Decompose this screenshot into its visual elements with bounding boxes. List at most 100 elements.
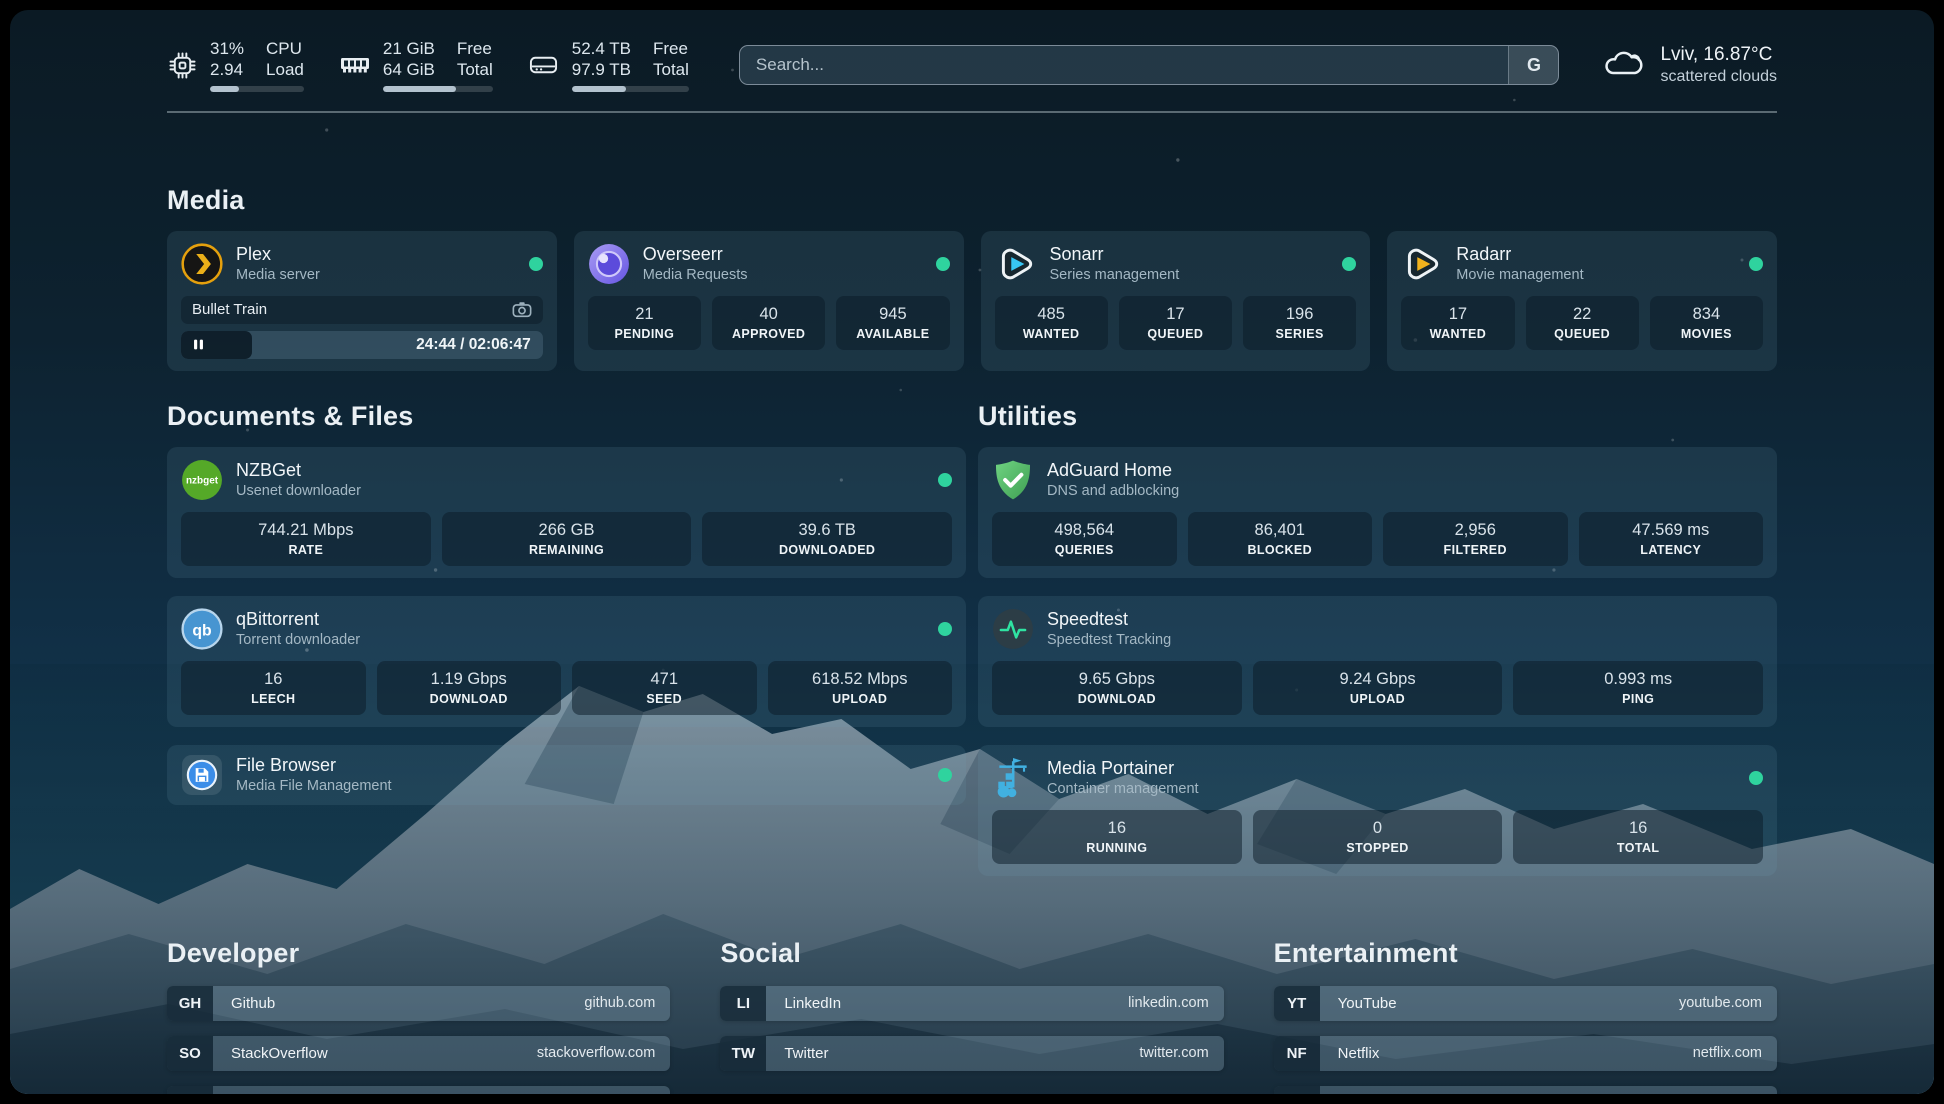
service-card-sonarr[interactable]: Sonarr Series management 485 WANTED 17 Q… bbox=[981, 231, 1371, 371]
stat-queued: 17 QUEUED bbox=[1119, 296, 1232, 350]
bookmark-stackoverflow[interactable]: SO StackOverflow stackoverflow.com bbox=[167, 1036, 670, 1071]
service-description: Speedtest Tracking bbox=[1047, 631, 1171, 649]
bookmark-abbr: SO bbox=[167, 1036, 213, 1071]
stat-seed: 471 SEED bbox=[572, 661, 757, 715]
bookmark-abbr: GH bbox=[167, 986, 213, 1021]
service-card-overseerr[interactable]: Overseerr Media Requests 21 PENDING 40 A… bbox=[574, 231, 964, 371]
service-description: Series management bbox=[1050, 266, 1180, 284]
bookmark-abbr: TW bbox=[720, 1036, 766, 1071]
service-description: Media server bbox=[236, 266, 320, 284]
cpu-progress-bar bbox=[210, 86, 304, 92]
adguard-icon bbox=[992, 459, 1034, 501]
bookmark-name: Github bbox=[213, 986, 275, 1021]
service-card-nzbget[interactable]: nzbget NZBGet Usenet downloader 744.21 M… bbox=[167, 447, 966, 578]
svg-text:qb: qb bbox=[192, 622, 211, 639]
status-dot bbox=[1749, 771, 1763, 785]
stat-movies: 834 MOVIES bbox=[1650, 296, 1763, 350]
status-dot bbox=[938, 622, 952, 636]
radarr-icon bbox=[1401, 243, 1443, 285]
service-name: Radarr bbox=[1456, 243, 1583, 265]
service-description: Movie management bbox=[1456, 266, 1583, 284]
stat-running: 16 RUNNING bbox=[992, 810, 1242, 864]
topbar-divider bbox=[167, 111, 1777, 113]
memory-widget: 21 GiB 64 GiB Free Total bbox=[340, 38, 493, 92]
utilities-column: Utilities AdGuard bbox=[978, 401, 1777, 894]
service-description: Media Requests bbox=[643, 266, 748, 284]
service-name: Speedtest bbox=[1047, 608, 1171, 630]
bookmark-dev[interactable]: DT DEV dev.to bbox=[167, 1086, 670, 1095]
disk-progress-bar bbox=[572, 86, 689, 92]
bookmarks-entertainment: Entertainment YT YouTube youtube.com NF … bbox=[1274, 938, 1777, 1095]
stat-approved: 40 APPROVED bbox=[712, 296, 825, 350]
service-description: DNS and adblocking bbox=[1047, 482, 1179, 500]
stat-upload: 618.52 Mbps UPLOAD bbox=[768, 661, 953, 715]
bookmark-url: twitter.com bbox=[1139, 1036, 1223, 1071]
search-input[interactable] bbox=[740, 46, 1509, 84]
service-card-filebrowser[interactable]: File Browser Media File Management bbox=[167, 745, 966, 805]
service-description: Container management bbox=[1047, 780, 1199, 798]
weather-condition: scattered clouds bbox=[1660, 67, 1777, 87]
stat-series: 196 SERIES bbox=[1243, 296, 1356, 350]
stat-available: 945 AVAILABLE bbox=[836, 296, 949, 350]
bookmark-url: reddit.com bbox=[1694, 1086, 1777, 1095]
memory-icon bbox=[340, 54, 370, 76]
status-dot bbox=[938, 768, 952, 782]
disk-labels: Free Total bbox=[653, 38, 689, 80]
filebrowser-icon bbox=[181, 754, 223, 796]
bookmark-url: linkedin.com bbox=[1128, 986, 1224, 1021]
stat-stopped: 0 STOPPED bbox=[1253, 810, 1503, 864]
weather-widget: Lviv, 16.87°C scattered clouds bbox=[1603, 43, 1777, 87]
status-dot bbox=[529, 257, 543, 271]
memory-labels: Free Total bbox=[457, 38, 493, 80]
service-card-speedtest[interactable]: Speedtest Speedtest Tracking 9.65 Gbps D… bbox=[978, 596, 1777, 727]
status-dot bbox=[938, 473, 952, 487]
documents-column: Documents & Files nzbget NZBGet Usenet d bbox=[167, 401, 966, 894]
bookmark-name: StackOverflow bbox=[213, 1036, 328, 1071]
bookmarks-social: Social LI LinkedIn linkedin.com TW Twitt… bbox=[720, 938, 1223, 1095]
stat-remaining: 266 GB REMAINING bbox=[442, 512, 692, 566]
playback-progress-bar: 24:44 / 02:06:47 bbox=[181, 331, 543, 359]
bookmark-linkedin[interactable]: LI LinkedIn linkedin.com bbox=[720, 986, 1223, 1021]
weather-summary: Lviv, 16.87°C bbox=[1660, 43, 1777, 67]
service-card-radarr[interactable]: Radarr Movie management 17 WANTED 22 QUE… bbox=[1387, 231, 1777, 371]
disk-widget: 52.4 TB 97.9 TB Free Total bbox=[529, 38, 689, 92]
cloud-icon bbox=[1603, 47, 1645, 83]
section-title-media: Media bbox=[167, 185, 1777, 216]
stat-filtered: 2,956 FILTERED bbox=[1383, 512, 1568, 566]
service-card-plex[interactable]: Plex Media server Bullet Train bbox=[167, 231, 557, 371]
memory-progress-bar bbox=[383, 86, 493, 92]
bookmark-abbr: DT bbox=[167, 1086, 213, 1095]
bookmark-youtube[interactable]: YT YouTube youtube.com bbox=[1274, 986, 1777, 1021]
stat-wanted: 17 WANTED bbox=[1401, 296, 1514, 350]
nzbget-icon: nzbget bbox=[181, 459, 223, 501]
stat-wanted: 485 WANTED bbox=[995, 296, 1108, 350]
bookmark-abbr: YT bbox=[1274, 986, 1320, 1021]
stat-download: 1.19 Gbps DOWNLOAD bbox=[377, 661, 562, 715]
search-provider-button[interactable]: G bbox=[1508, 46, 1558, 84]
bookmark-reddit[interactable]: RE Reddit reddit.com bbox=[1274, 1086, 1777, 1095]
bookmark-github[interactable]: GH Github github.com bbox=[167, 986, 670, 1021]
plex-icon bbox=[181, 243, 223, 285]
service-card-adguard[interactable]: AdGuard Home DNS and adblocking 498,564 … bbox=[978, 447, 1777, 578]
stat-pending: 21 PENDING bbox=[588, 296, 701, 350]
disk-values: 52.4 TB 97.9 TB bbox=[572, 38, 631, 80]
stat-leech: 16 LEECH bbox=[181, 661, 366, 715]
portainer-icon bbox=[992, 757, 1034, 799]
bookmark-name: LinkedIn bbox=[766, 986, 841, 1021]
bookmark-netflix[interactable]: NF Netflix netflix.com bbox=[1274, 1036, 1777, 1071]
sonarr-icon bbox=[995, 243, 1037, 285]
bookmark-twitter[interactable]: TW Twitter twitter.com bbox=[720, 1036, 1223, 1071]
stat-queued: 22 QUEUED bbox=[1526, 296, 1639, 350]
cpu-values: 31% 2.94 bbox=[210, 38, 244, 80]
bookmark-url: github.com bbox=[584, 986, 670, 1021]
section-title-social: Social bbox=[720, 938, 1223, 969]
stat-downloaded: 39.6 TB DOWNLOADED bbox=[702, 512, 952, 566]
bookmarks-developer: Developer GH Github github.com SO StackO… bbox=[167, 938, 670, 1095]
service-card-portainer[interactable]: Media Portainer Container management 16 … bbox=[978, 745, 1777, 876]
service-card-qbittorrent[interactable]: qb qBittorrent Torrent downloader 16 LEE… bbox=[167, 596, 966, 727]
overseerr-icon bbox=[588, 243, 630, 285]
now-playing-title: Bullet Train bbox=[192, 301, 267, 318]
service-description: Torrent downloader bbox=[236, 631, 360, 649]
status-dot bbox=[1749, 257, 1763, 271]
service-name: AdGuard Home bbox=[1047, 459, 1179, 481]
